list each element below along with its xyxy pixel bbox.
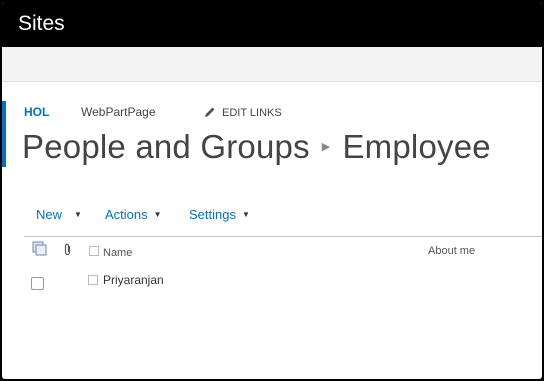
actions-button[interactable]: Actions ▼ bbox=[105, 207, 162, 222]
edit-links-label: EDIT LINKS bbox=[222, 107, 282, 119]
settings-label: Settings bbox=[189, 207, 236, 222]
column-header-name[interactable]: Name bbox=[103, 247, 132, 259]
dropdown-caret-icon: ▼ bbox=[241, 210, 250, 219]
dropdown-caret-icon: ▼ bbox=[153, 210, 162, 219]
edit-links-button[interactable]: EDIT LINKS bbox=[204, 106, 282, 119]
select-all-icon[interactable] bbox=[32, 241, 48, 257]
row-item-icon bbox=[88, 275, 98, 285]
actions-label: Actions bbox=[105, 207, 148, 222]
breadcrumb-current: Employee bbox=[342, 128, 491, 165]
new-button[interactable]: New ▼ bbox=[36, 207, 82, 222]
top-nav-site-link[interactable]: HOL bbox=[24, 105, 49, 119]
attachment-icon bbox=[64, 243, 71, 256]
window-frame: Sites HOL WebPartPage EDIT LINKS People … bbox=[2, 2, 542, 379]
breadcrumb-parent[interactable]: People and Groups bbox=[22, 128, 310, 165]
column-header-about[interactable]: About me bbox=[428, 245, 475, 257]
suite-bar-title[interactable]: Sites bbox=[18, 12, 65, 36]
ribbon-area bbox=[2, 47, 542, 82]
settings-button[interactable]: Settings ▼ bbox=[189, 207, 250, 222]
breadcrumb-arrow-icon: ▶ bbox=[321, 140, 331, 153]
row-name-link[interactable]: Priyaranjan bbox=[103, 273, 164, 287]
suite-bar: Sites bbox=[2, 2, 542, 47]
top-nav-page-link[interactable]: WebPartPage bbox=[81, 105, 156, 119]
pencil-icon bbox=[205, 107, 215, 117]
list-header-divider bbox=[24, 236, 542, 237]
dropdown-caret-icon: ▼ bbox=[74, 210, 82, 219]
accent-bar bbox=[2, 101, 6, 167]
header-checkbox-icon[interactable] bbox=[89, 246, 99, 256]
row-select-checkbox[interactable] bbox=[31, 277, 44, 290]
new-label: New bbox=[36, 207, 63, 222]
page-title: People and Groups ▶ Employee bbox=[22, 128, 491, 166]
